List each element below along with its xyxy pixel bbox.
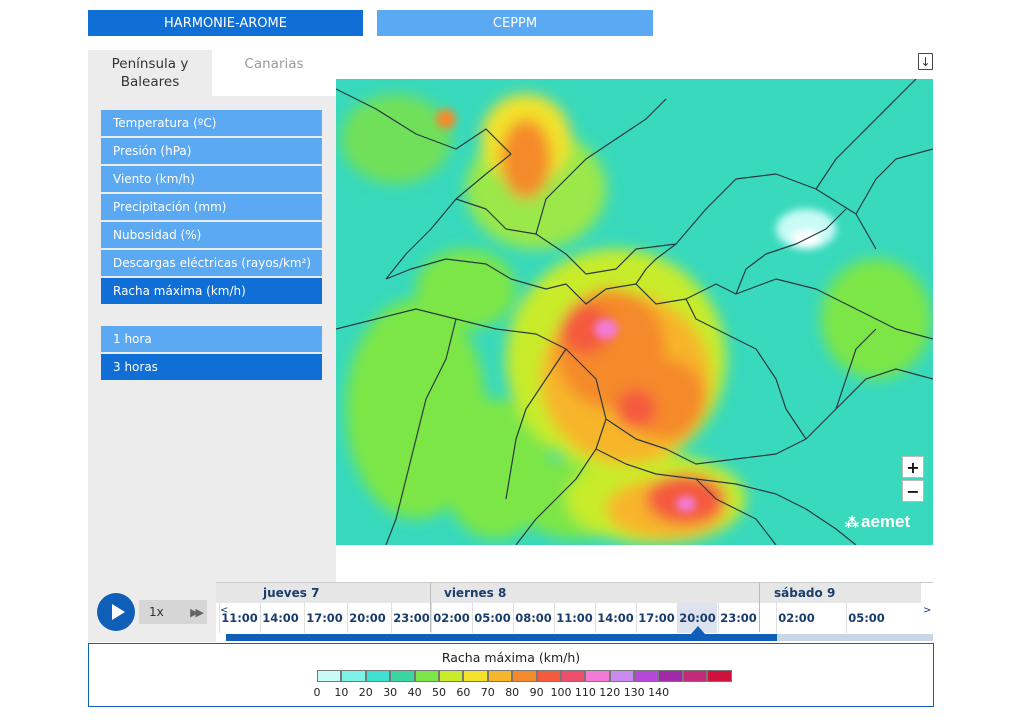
zoom-out-button[interactable]: − — [902, 480, 924, 502]
legend-title: Racha máxima (km/h) — [441, 650, 581, 665]
timeline-hour[interactable]: 02:00 — [776, 603, 816, 633]
legend-swatch — [512, 670, 537, 682]
timeline-hour[interactable]: 05:00 — [472, 603, 512, 633]
legend-tick: 70 — [480, 686, 495, 699]
legend-tick: 80 — [505, 686, 520, 699]
day-label-viernes: viernes 8 — [444, 586, 507, 600]
timeline-hour[interactable]: 14:00 — [260, 603, 300, 633]
legend-swatch — [682, 670, 708, 682]
legend-tick: 40 — [407, 686, 422, 699]
player-controls: 1x ▶▶ — [88, 582, 216, 642]
model-tabs: HARMONIE-AROME CEPPM — [88, 10, 653, 36]
legend-ticks: 0 10 20 30 40 50 60 70 80 90 100 110 120 130 140 — [89, 686, 933, 700]
progress-track[interactable] — [226, 634, 933, 641]
timeline-hour[interactable]: 11:00 — [554, 603, 594, 633]
timeline-scroll-right[interactable]: > — [923, 605, 931, 616]
legend-tick: 140 — [648, 686, 670, 699]
legend-tick: 50 — [432, 686, 446, 699]
timeline-hour[interactable]: 23:00 — [718, 603, 758, 633]
aemet-logo: ⁂ aemet — [845, 512, 910, 532]
play-icon — [111, 604, 125, 620]
legend-tick: 0 — [313, 686, 321, 699]
legend-swatch — [487, 670, 513, 682]
tab-peninsula-baleares[interactable]: Península y Baleares — [88, 50, 212, 96]
variable-racha-maxima[interactable]: Racha máxima (km/h) — [101, 278, 322, 304]
zoom-in-button[interactable]: + — [902, 456, 924, 478]
legend-swatch — [317, 670, 342, 682]
legend-swatch — [414, 670, 439, 682]
aemet-logo-icon: ⁂ — [845, 513, 859, 530]
variable-viento[interactable]: Viento (km/h) — [101, 166, 322, 192]
legend-swatch — [341, 670, 366, 682]
tab-harmonie-arome[interactable]: HARMONIE-AROME — [88, 10, 363, 36]
legend-swatch — [560, 670, 586, 682]
timeline: jueves 7 viernes 8 sábado 9 11:00 14:00 17… — [216, 582, 933, 642]
legend-swatch — [438, 670, 464, 682]
legend-swatch — [390, 670, 415, 682]
legend-swatch — [585, 670, 610, 682]
timeline-hour[interactable]: 08:00 — [513, 603, 553, 633]
timeline-hour[interactable]: 17:00 — [304, 603, 344, 633]
legend-swatches — [317, 670, 732, 682]
period-1-hora[interactable]: 1 hora — [101, 326, 322, 352]
day-label-sabado: sábado 9 — [774, 586, 836, 600]
timeline-hour[interactable]: 02:00 — [431, 603, 471, 633]
play-button[interactable] — [97, 593, 135, 631]
legend-tick: 100 — [550, 686, 572, 699]
timeline-hour[interactable]: 05:00 — [846, 603, 886, 633]
aemet-logo-text: aemet — [861, 512, 911, 531]
legend-tick: 90 — [529, 686, 544, 699]
legend-swatch — [536, 670, 561, 682]
current-time-marker — [691, 626, 705, 634]
hour-list: 11:00 14:00 17:00 20:00 23:00 02:00 05:00 08:00… — [216, 603, 921, 633]
sidebar: Península y Baleares Canarias Temperatur… — [88, 50, 336, 582]
timeline-hour[interactable]: 23:00 — [391, 603, 431, 633]
period-3-horas[interactable]: 3 horas — [101, 354, 322, 380]
day-row: jueves 7 viernes 8 sábado 9 — [216, 583, 921, 603]
period-list: 1 hora 3 horas — [101, 326, 322, 382]
legend-tick: 110 — [574, 686, 596, 699]
legend-tick: 10 — [334, 686, 349, 699]
legend-swatch — [609, 670, 635, 682]
download-icon[interactable]: ↓ — [918, 53, 933, 70]
legend-tick: 30 — [383, 686, 398, 699]
variable-temperatura[interactable]: Temperatura (ºC) — [101, 110, 322, 136]
legend-tick: 60 — [456, 686, 471, 699]
speed-selector[interactable]: 1x ▶▶ — [139, 600, 207, 624]
variable-presion[interactable]: Presión (hPa) — [101, 138, 322, 164]
timeline-hour[interactable]: 17:00 — [636, 603, 676, 633]
legend-swatch — [463, 670, 488, 682]
legend-tick: 20 — [358, 686, 373, 699]
timeline-scroll-left[interactable]: < — [220, 605, 228, 616]
fast-forward-icon: ▶▶ — [190, 605, 204, 619]
legend-swatch — [365, 670, 391, 682]
legend: Racha máxima (km/h) 0 10 20 30 40 50 60 70 80 90 1… — [88, 643, 934, 707]
gust-field — [336, 79, 933, 545]
legend-tick: 120 — [599, 686, 621, 699]
speed-label: 1x — [149, 605, 164, 619]
variable-nubosidad[interactable]: Nubosidad (%) — [101, 222, 322, 248]
legend-swatch — [707, 670, 732, 682]
variable-descargas-electricas[interactable]: Descargas eléctricas (rayos/km²) — [101, 250, 322, 276]
region-tabs: Península y Baleares Canarias — [88, 50, 336, 96]
progress-fill — [226, 634, 777, 641]
timeline-hour[interactable]: 14:00 — [595, 603, 635, 633]
legend-swatch — [658, 670, 683, 682]
day-label-jueves: jueves 7 — [263, 586, 320, 600]
legend-swatch — [634, 670, 659, 682]
tab-canarias[interactable]: Canarias — [212, 50, 336, 96]
forecast-map[interactable] — [336, 79, 933, 545]
tab-ceppm[interactable]: CEPPM — [377, 10, 653, 36]
timeline-hour[interactable]: 20:00 — [347, 603, 387, 633]
variable-precipitacion[interactable]: Precipitación (mm) — [101, 194, 322, 220]
variable-list: Temperatura (ºC) Presión (hPa) Viento (k… — [101, 110, 322, 306]
legend-tick: 130 — [623, 686, 645, 699]
